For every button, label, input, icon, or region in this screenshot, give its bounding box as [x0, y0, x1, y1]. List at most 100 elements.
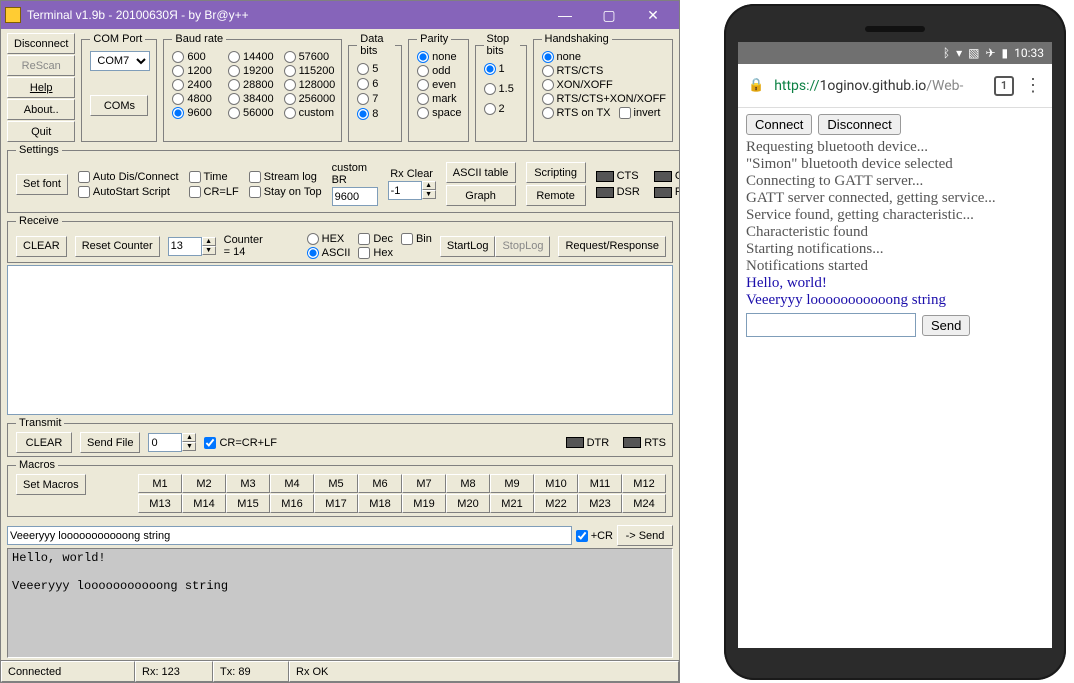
tab-count[interactable]: 1	[994, 76, 1014, 96]
macro-m8[interactable]: M8	[446, 474, 490, 493]
baud-option-256000[interactable]: 256000	[284, 93, 336, 105]
spin-up-icon[interactable]: ▲	[182, 433, 196, 442]
echo-textarea[interactable]: Hello, world! Veeeryyy looooooooooong st…	[7, 548, 673, 658]
parity-option-even[interactable]: even	[417, 79, 461, 91]
remote-button[interactable]: Remote	[526, 185, 586, 206]
macro-m6[interactable]: M6	[358, 474, 402, 493]
scripting-button[interactable]: Scripting	[526, 162, 586, 183]
ascii-radio[interactable]: ASCII	[307, 247, 351, 259]
baud-option-56000[interactable]: 56000	[228, 107, 278, 119]
baud-option-9600[interactable]: 9600	[172, 107, 222, 119]
bin-checkbox[interactable]: Bin	[401, 233, 432, 245]
stayontop-checkbox[interactable]: Stay on Top	[249, 186, 322, 198]
macro-m2[interactable]: M2	[182, 474, 226, 493]
macro-m7[interactable]: M7	[402, 474, 446, 493]
databits-option-6[interactable]: 6	[357, 78, 395, 90]
receive-textarea[interactable]	[7, 265, 673, 415]
databits-option-7[interactable]: 7	[357, 93, 395, 105]
dec-checkbox[interactable]: Dec	[358, 233, 393, 245]
rts-led[interactable]: RTS	[623, 437, 666, 449]
disconnect-button[interactable]: Disconnect	[7, 33, 75, 54]
rescan-button[interactable]: ReScan	[7, 55, 75, 76]
url-text[interactable]: https://1oginov.github.io/Web-	[774, 78, 984, 94]
baud-option-4800[interactable]: 4800	[172, 93, 222, 105]
databits-option-5[interactable]: 5	[357, 63, 395, 75]
time-checkbox[interactable]: Time	[189, 171, 239, 183]
handshake-option-XON/XOFF[interactable]: XON/XOFF	[542, 79, 667, 91]
macro-m14[interactable]: M14	[182, 494, 226, 513]
maximize-button[interactable]: ▢	[587, 4, 631, 26]
sendfile-spin[interactable]: ▲▼	[148, 433, 196, 452]
macro-m24[interactable]: M24	[622, 494, 666, 513]
crcrlf-checkbox[interactable]: CR=CR+LF	[204, 437, 276, 449]
help-button[interactable]: Help	[7, 77, 75, 98]
chrome-omnibar[interactable]: 🔒 https://1oginov.github.io/Web- 1 ⋮	[738, 64, 1052, 108]
autodis-checkbox[interactable]: Auto Dis/Connect	[78, 171, 179, 183]
macro-m22[interactable]: M22	[534, 494, 578, 513]
baud-option-115200[interactable]: 115200	[284, 65, 336, 77]
coms-button[interactable]: COMs	[90, 95, 148, 116]
autostart-checkbox[interactable]: AutoStart Script	[78, 186, 179, 198]
asciitable-button[interactable]: ASCII table	[446, 162, 516, 183]
macro-m16[interactable]: M16	[270, 494, 314, 513]
macro-m18[interactable]: M18	[358, 494, 402, 513]
page-connect-button[interactable]: Connect	[746, 114, 812, 135]
titlebar[interactable]: Terminal v1.9b - 20100630Я - by Br@y++ —…	[1, 1, 679, 29]
startlog-button[interactable]: StartLog	[440, 236, 496, 257]
baud-option-128000[interactable]: 128000	[284, 79, 336, 91]
macro-m10[interactable]: M10	[534, 474, 578, 493]
hex-radio[interactable]: HEX	[307, 233, 351, 245]
setfont-button[interactable]: Set font	[16, 174, 68, 195]
menu-icon[interactable]: ⋮	[1024, 79, 1042, 93]
handshake-option-RTS on TX[interactable]: RTS on TX	[542, 107, 611, 119]
macro-m3[interactable]: M3	[226, 474, 270, 493]
baud-option-1200[interactable]: 1200	[172, 65, 222, 77]
page-send-button[interactable]: Send	[922, 315, 970, 336]
plus-cr-checkbox[interactable]: +CR	[576, 530, 613, 542]
hex-checkbox[interactable]: Hex	[358, 247, 393, 259]
macro-m17[interactable]: M17	[314, 494, 358, 513]
crlf-checkbox[interactable]: CR=LF	[189, 186, 239, 198]
macro-m5[interactable]: M5	[314, 474, 358, 493]
baud-option-600[interactable]: 600	[172, 51, 222, 63]
baud-option-19200[interactable]: 19200	[228, 65, 278, 77]
recv-clear-button[interactable]: CLEAR	[16, 236, 67, 257]
macro-m21[interactable]: M21	[490, 494, 534, 513]
close-button[interactable]: ✕	[631, 4, 675, 26]
handshake-option-RTS/CTS+XON/XOFF[interactable]: RTS/CTS+XON/XOFF	[542, 93, 667, 105]
macro-m12[interactable]: M12	[622, 474, 666, 493]
page-send-input[interactable]	[746, 313, 916, 337]
macro-m23[interactable]: M23	[578, 494, 622, 513]
handshake-option-none[interactable]: none	[542, 51, 667, 63]
web-page[interactable]: Connect Disconnect Requesting bluetooth …	[738, 108, 1052, 648]
graph-button[interactable]: Graph	[446, 185, 516, 206]
spin-up-icon[interactable]: ▲	[202, 237, 216, 246]
xmit-clear-button[interactable]: CLEAR	[16, 432, 72, 453]
handshake-option-RTS/CTS[interactable]: RTS/CTS	[542, 65, 667, 77]
spin-down-icon[interactable]: ▼	[422, 190, 436, 199]
send-button[interactable]: -> Send	[617, 525, 673, 546]
minimize-button[interactable]: —	[543, 4, 587, 26]
stopbits-option-1.5[interactable]: 1.5	[484, 83, 520, 95]
baud-option-2400[interactable]: 2400	[172, 79, 222, 91]
macro-m15[interactable]: M15	[226, 494, 270, 513]
dtr-led[interactable]: DTR	[566, 437, 610, 449]
spin-down-icon[interactable]: ▼	[182, 442, 196, 451]
baud-option-custom[interactable]: custom	[284, 107, 336, 119]
about-button[interactable]: About..	[7, 99, 75, 120]
reset-counter-button[interactable]: Reset Counter	[75, 236, 160, 257]
page-disconnect-button[interactable]: Disconnect	[818, 114, 900, 135]
macro-m9[interactable]: M9	[490, 474, 534, 493]
stopbits-option-2[interactable]: 2	[484, 103, 520, 115]
quit-button[interactable]: Quit	[7, 121, 75, 142]
comport-select[interactable]: COM7	[90, 51, 150, 71]
parity-option-space[interactable]: space	[417, 107, 461, 119]
spin-down-icon[interactable]: ▼	[202, 246, 216, 255]
reqres-button[interactable]: Request/Response	[558, 236, 666, 257]
macro-m13[interactable]: M13	[138, 494, 182, 513]
databits-option-8[interactable]: 8	[357, 108, 395, 120]
macro-m4[interactable]: M4	[270, 474, 314, 493]
macro-m19[interactable]: M19	[402, 494, 446, 513]
baud-option-28800[interactable]: 28800	[228, 79, 278, 91]
baud-option-57600[interactable]: 57600	[284, 51, 336, 63]
